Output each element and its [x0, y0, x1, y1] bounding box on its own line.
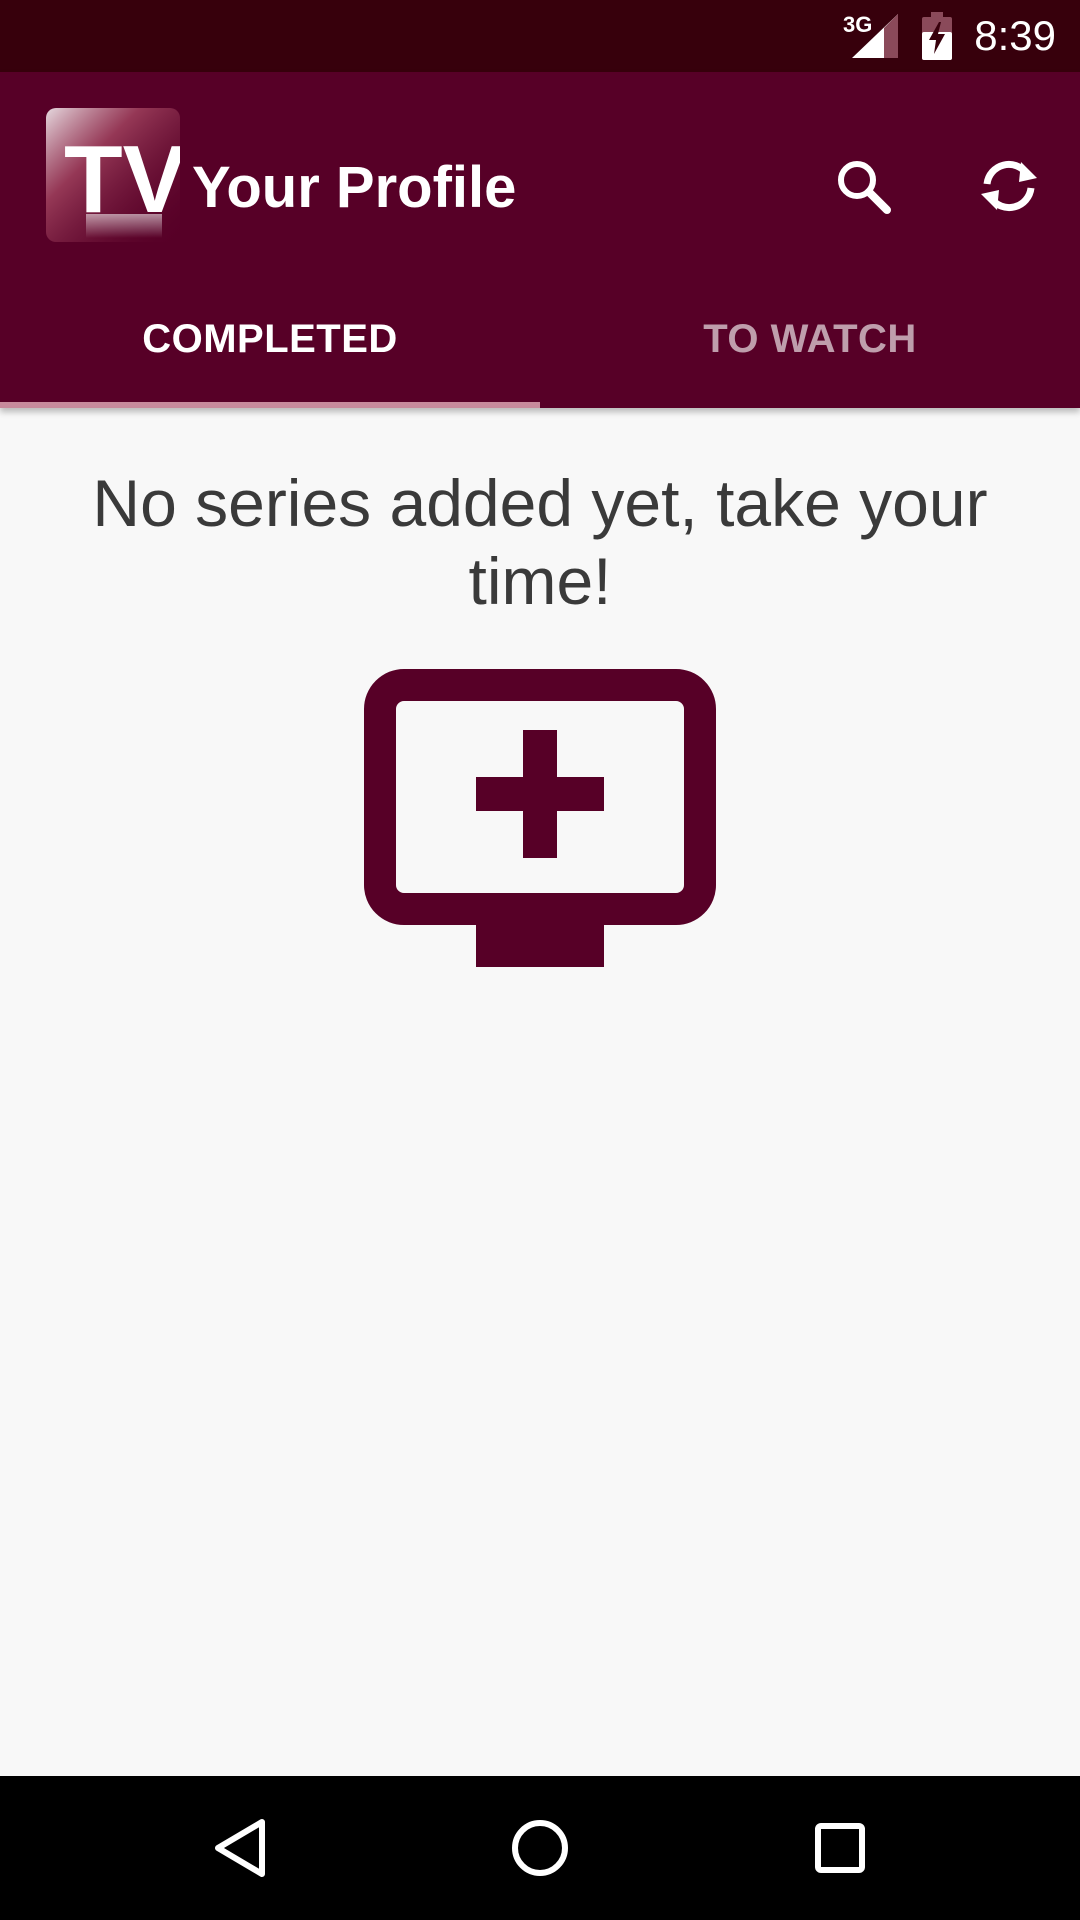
battery-charging-icon	[922, 12, 952, 60]
recents-button[interactable]	[792, 1800, 888, 1896]
content-area: No series added yet, take your time!	[0, 408, 1080, 1776]
back-icon	[215, 1819, 265, 1877]
app-logo-icon: TV	[46, 108, 180, 242]
tab-completed[interactable]: COMPLETED	[0, 270, 540, 408]
add-to-queue-icon[interactable]	[364, 669, 716, 967]
sync-icon	[981, 161, 1037, 211]
home-icon	[512, 1820, 568, 1876]
signal-icon	[852, 14, 898, 58]
status-bar: 3G 8:39	[0, 0, 1080, 72]
search-icon	[838, 161, 891, 214]
screen: 3G 8:39 TV Your Profile COMPLETED TO WAT…	[0, 0, 1080, 1920]
tab-to-watch[interactable]: TO WATCH	[540, 270, 1080, 408]
tab-bar: COMPLETED TO WATCH	[0, 270, 1080, 408]
tab-completed-label: COMPLETED	[142, 316, 398, 361]
empty-state-message: No series added yet, take your time!	[92, 466, 988, 618]
search-button[interactable]	[815, 138, 911, 234]
navigation-bar	[0, 1776, 1080, 1920]
recents-icon	[815, 1823, 865, 1873]
clock: 8:39	[974, 12, 1056, 59]
sync-button[interactable]	[961, 138, 1057, 234]
tab-to-watch-label: TO WATCH	[703, 316, 917, 361]
app-bar: TV Your Profile COMPLETED TO WATCH	[0, 72, 1080, 408]
page-title: Your Profile	[192, 155, 517, 220]
home-button[interactable]	[492, 1800, 588, 1896]
back-button[interactable]	[192, 1800, 288, 1896]
